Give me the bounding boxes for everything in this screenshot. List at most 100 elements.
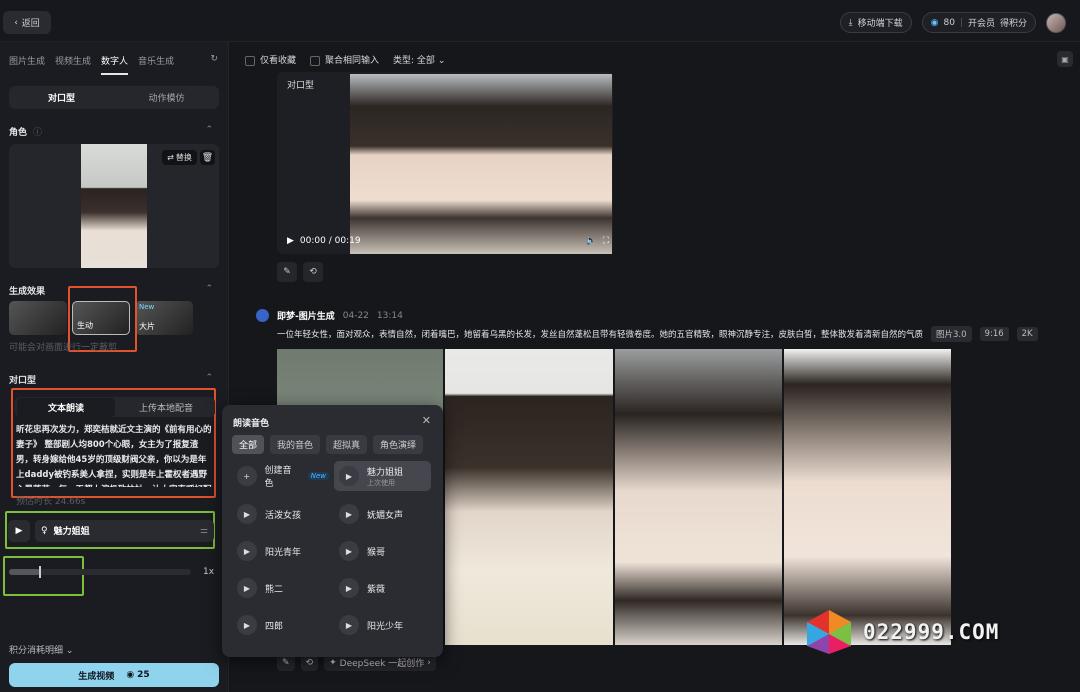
delete-icon[interactable]: 🗑 xyxy=(200,150,215,165)
generate-cost: 25 xyxy=(137,670,150,680)
play-icon[interactable]: ▶ xyxy=(237,578,257,598)
mode-lip-sync[interactable]: 对口型 xyxy=(9,91,114,104)
favorites-filter[interactable]: 仅看收藏 xyxy=(245,53,296,66)
tab-image-gen[interactable]: 图片生成 xyxy=(9,54,45,75)
chevron-up-icon[interactable]: ⌃ xyxy=(205,284,213,294)
tab-character[interactable]: 角色演绎 xyxy=(373,435,424,454)
watermark-logo-icon xyxy=(805,608,853,656)
play-icon[interactable]: ▶ xyxy=(339,615,359,635)
highlight-box xyxy=(3,556,84,596)
play-icon[interactable]: ▶ xyxy=(287,236,294,246)
generation-date: 04-22 xyxy=(342,310,369,321)
watermark: 022999.COM xyxy=(805,608,999,656)
settings-icon[interactable]: ⚌ xyxy=(200,526,208,536)
mode-switch: 对口型 动作模仿 xyxy=(9,86,219,109)
voice-option[interactable]: ▶ 紫薇 xyxy=(334,573,431,603)
speed-slider[interactable] xyxy=(9,566,191,578)
points-pill[interactable]: ◉ 80 | 开会员 得积分 xyxy=(921,12,1036,33)
voice-option[interactable]: ▶ 阳光少年 xyxy=(334,610,431,640)
volume-icon[interactable]: 🔈 xyxy=(585,236,596,246)
avatar[interactable] xyxy=(1046,12,1066,33)
top-bar: ‹ 返回 ⤓ 移动端下载 ◉ 80 | 开会员 得积分 xyxy=(0,0,1080,42)
close-icon[interactable]: ✕ xyxy=(422,414,431,427)
folder-icon[interactable]: ▣ xyxy=(1057,51,1073,67)
voice-option[interactable]: ▶ 猴哥 xyxy=(334,536,431,566)
role-portrait xyxy=(81,144,147,268)
voice-option[interactable]: ▶ 阳光青年 xyxy=(232,536,329,566)
filter-label: 聚合相同输入 xyxy=(325,56,380,66)
voice-option[interactable]: ▶ 四郎 xyxy=(232,610,329,640)
effect-note: 可能会对画面进行一定裁剪 xyxy=(9,343,118,353)
fullscreen-icon[interactable]: ⛶ xyxy=(603,236,609,246)
generated-image-4[interactable] xyxy=(784,349,951,645)
generated-image-2[interactable] xyxy=(445,349,613,645)
tab-upload-audio[interactable]: 上传本地配音 xyxy=(117,401,215,414)
merge-filter[interactable]: 聚合相同输入 xyxy=(310,53,379,66)
play-icon[interactable]: ▶ xyxy=(237,541,257,561)
tab-text-read[interactable]: 文本朗读 xyxy=(17,397,115,417)
type-dropdown[interactable]: 类型: 全部 ⌄ xyxy=(393,53,445,66)
tab-all[interactable]: 全部 xyxy=(232,435,265,454)
script-text[interactable]: 昕花忠再次发力，郑奕桔就近文主演的《前有用心的妻子》 整部剧人均800个心眼，女… xyxy=(16,423,212,487)
voice-option[interactable]: ▶ 魅力姐姐 上次使用 xyxy=(334,461,431,491)
swap-role-button[interactable]: ⇄ 替换 xyxy=(162,150,197,165)
app-logo-icon xyxy=(256,309,269,322)
generated-image-3[interactable] xyxy=(615,349,782,645)
checkbox[interactable] xyxy=(310,55,321,66)
coin-icon: ◉ xyxy=(930,17,939,28)
voice-option[interactable]: ▶ 妩媚女声 xyxy=(334,499,431,529)
play-icon[interactable]: ▶ xyxy=(339,466,359,486)
back-button[interactable]: ‹ 返回 xyxy=(3,11,51,34)
tab-my-voices[interactable]: 我的音色 xyxy=(270,435,321,454)
type-label: 类型: 全部 xyxy=(393,56,435,66)
deepseek-label: DeepSeek 一起创作 xyxy=(339,659,425,669)
effect-option-blockbuster[interactable]: 大片 New xyxy=(135,301,193,335)
voice-selector[interactable]: ♀ 魅力姐姐 ⚌ xyxy=(35,519,214,542)
voice-option[interactable]: ▶ 熊二 xyxy=(232,573,329,603)
create-voice-label: 创建音色 xyxy=(264,466,292,489)
chevron-down-icon: ⌄ xyxy=(437,56,446,66)
generation-time: 13:14 xyxy=(376,310,403,321)
effect-option-1[interactable] xyxy=(9,301,67,335)
tab-video-gen[interactable]: 视频生成 xyxy=(55,54,91,75)
prompt-text[interactable]: 一位年轻女性，面对观众，表情自然，闭着嘴巴，她留着乌黑的长发，发丝自然蓬松且带有… xyxy=(277,328,923,340)
swap-label: 替换 xyxy=(175,153,192,162)
cost-label: 积分消耗明细 xyxy=(9,646,64,656)
refresh-icon[interactable]: ↻ xyxy=(210,54,218,64)
effects-heading: 生成效果 xyxy=(9,287,46,297)
regenerate-icon[interactable]: ⟲ xyxy=(303,262,323,282)
video-player[interactable] xyxy=(350,74,612,254)
mobile-download-button[interactable]: ⤓ 移动端下载 xyxy=(839,12,912,33)
play-icon[interactable]: ▶ xyxy=(339,504,359,524)
play-icon[interactable]: ▶ xyxy=(8,519,30,542)
voice-name: 妩媚女声 xyxy=(367,510,404,521)
tab-digital-human[interactable]: 数字人 xyxy=(101,54,129,75)
vip-link[interactable]: 开会员 xyxy=(968,16,995,29)
speed-knob[interactable] xyxy=(39,566,41,578)
generate-label: 生成视频 xyxy=(78,671,115,682)
video-card: 对口型 ▶ 00:00 / 00:19 🔈 ⛶ xyxy=(277,72,613,254)
checkbox[interactable] xyxy=(245,55,255,66)
tab-realistic[interactable]: 超拟真 xyxy=(326,435,368,454)
create-voice-button[interactable]: + 创建音色 New xyxy=(232,461,329,491)
role-panel: ⇄ 替换 🗑 xyxy=(9,144,219,268)
info-icon[interactable]: ⓘ xyxy=(33,125,42,138)
play-icon[interactable]: ▶ xyxy=(237,504,257,524)
generate-video-button[interactable]: 生成视频 ◉ 25 xyxy=(9,663,219,687)
play-icon[interactable]: ▶ xyxy=(339,578,359,598)
video-time: 00:00 / 00:19 xyxy=(299,236,361,246)
play-icon[interactable]: ▶ xyxy=(339,541,359,561)
chevron-right-icon: › xyxy=(427,657,431,668)
filter-label: 仅看收藏 xyxy=(260,56,297,66)
chevron-up-icon[interactable]: ⌃ xyxy=(205,125,213,135)
cost-details[interactable]: 积分消耗明细 ⌄ xyxy=(9,643,73,656)
earn-points-link[interactable]: 得积分 xyxy=(1000,16,1027,29)
play-icon[interactable]: ▶ xyxy=(237,615,257,635)
mode-motion-mimic[interactable]: 动作模仿 xyxy=(114,91,219,104)
ratio-tag: 9:16 xyxy=(979,327,1009,341)
resolution-tag: 2K xyxy=(1016,327,1038,341)
voice-option[interactable]: ▶ 活泼女孩 xyxy=(232,499,329,529)
tab-music-gen[interactable]: 音乐生成 xyxy=(138,54,174,75)
edit-icon[interactable]: ✎ xyxy=(277,262,297,282)
chevron-up-icon[interactable]: ⌃ xyxy=(205,373,213,383)
